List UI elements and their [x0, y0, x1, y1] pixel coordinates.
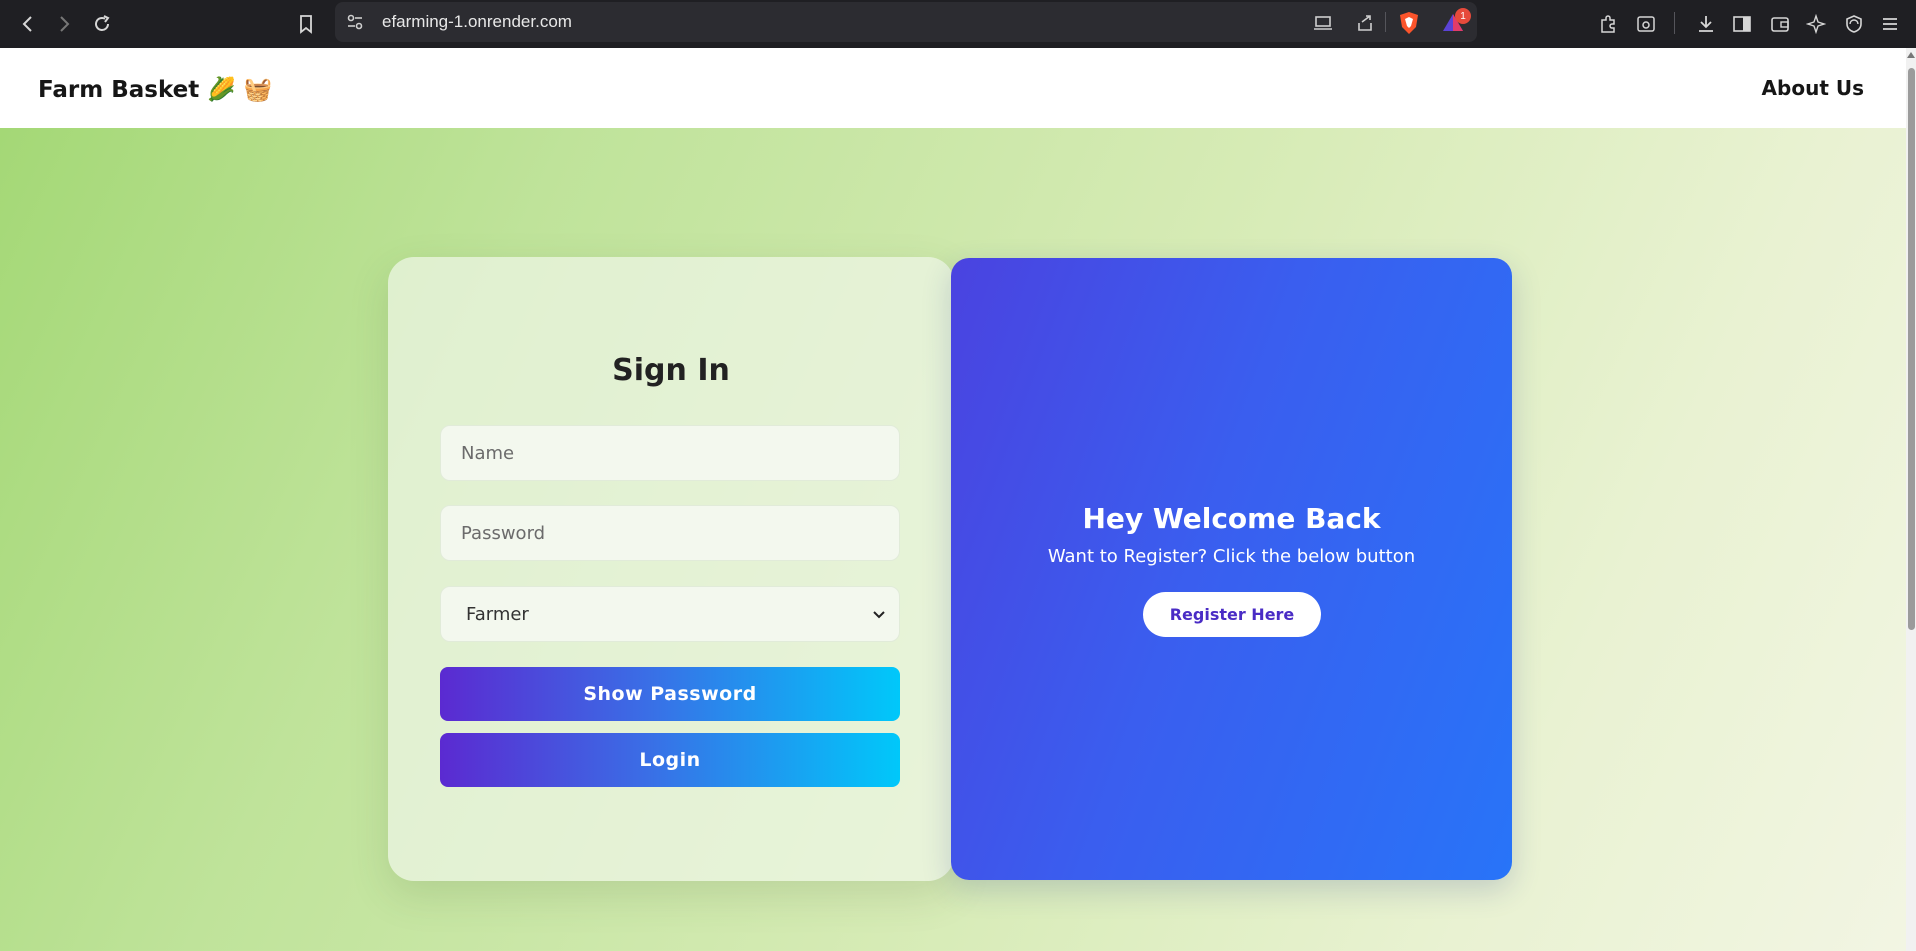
- extensions-icon[interactable]: [1592, 8, 1624, 40]
- install-app-icon[interactable]: [1310, 10, 1336, 36]
- rewards-badge: 1: [1455, 8, 1471, 24]
- welcome-subtitle: Want to Register? Click the below button: [1047, 546, 1416, 567]
- scrollbar-thumb[interactable]: [1908, 68, 1915, 630]
- toolbar-divider: [1674, 12, 1675, 34]
- address-bar[interactable]: efarming-1.onrender.com 1: [335, 2, 1477, 42]
- forward-icon[interactable]: [48, 8, 80, 40]
- reader-mode-icon[interactable]: [1630, 8, 1662, 40]
- signin-title: Sign In: [612, 353, 730, 388]
- signin-card: Sign In Farmer Show Password Login: [388, 257, 954, 881]
- scroll-up-arrow-icon[interactable]: [1907, 52, 1915, 58]
- brave-shield-icon[interactable]: [1398, 11, 1420, 35]
- welcome-panel: Hey Welcome Back Want to Register? Click…: [951, 258, 1512, 880]
- vpn-shield-icon[interactable]: [1838, 8, 1870, 40]
- nav-about-us-link[interactable]: About Us: [1762, 76, 1864, 100]
- register-button[interactable]: Register Here: [1143, 592, 1321, 637]
- site-settings-icon[interactable]: [345, 12, 365, 32]
- brand-logo[interactable]: Farm Basket 🌽 🧺: [38, 76, 273, 103]
- urlbar-divider: [1385, 12, 1386, 32]
- back-icon[interactable]: [12, 8, 44, 40]
- bookmark-icon[interactable]: [290, 8, 322, 40]
- sidebar-icon[interactable]: [1726, 8, 1758, 40]
- name-input[interactable]: [440, 425, 900, 481]
- role-select-value: Farmer: [466, 603, 529, 625]
- reload-icon[interactable]: [86, 8, 118, 40]
- share-icon[interactable]: [1352, 10, 1378, 36]
- leo-ai-icon[interactable]: [1800, 8, 1832, 40]
- browser-toolbar: efarming-1.onrender.com 1: [0, 0, 1916, 48]
- password-input[interactable]: [440, 505, 900, 561]
- login-button[interactable]: Login: [440, 733, 900, 787]
- chevron-down-icon: [873, 611, 885, 619]
- role-select[interactable]: Farmer: [440, 586, 900, 642]
- welcome-title: Hey Welcome Back: [1082, 502, 1381, 535]
- wallet-icon[interactable]: [1764, 8, 1796, 40]
- url-text[interactable]: efarming-1.onrender.com: [382, 12, 572, 32]
- downloads-icon[interactable]: [1690, 8, 1722, 40]
- brand-name: Farm Basket: [38, 77, 200, 103]
- brand-emoji: 🌽 🧺: [207, 77, 273, 103]
- menu-icon[interactable]: [1874, 8, 1906, 40]
- show-password-button[interactable]: Show Password: [440, 667, 900, 721]
- site-navbar: Farm Basket 🌽 🧺 About Us: [0, 48, 1906, 128]
